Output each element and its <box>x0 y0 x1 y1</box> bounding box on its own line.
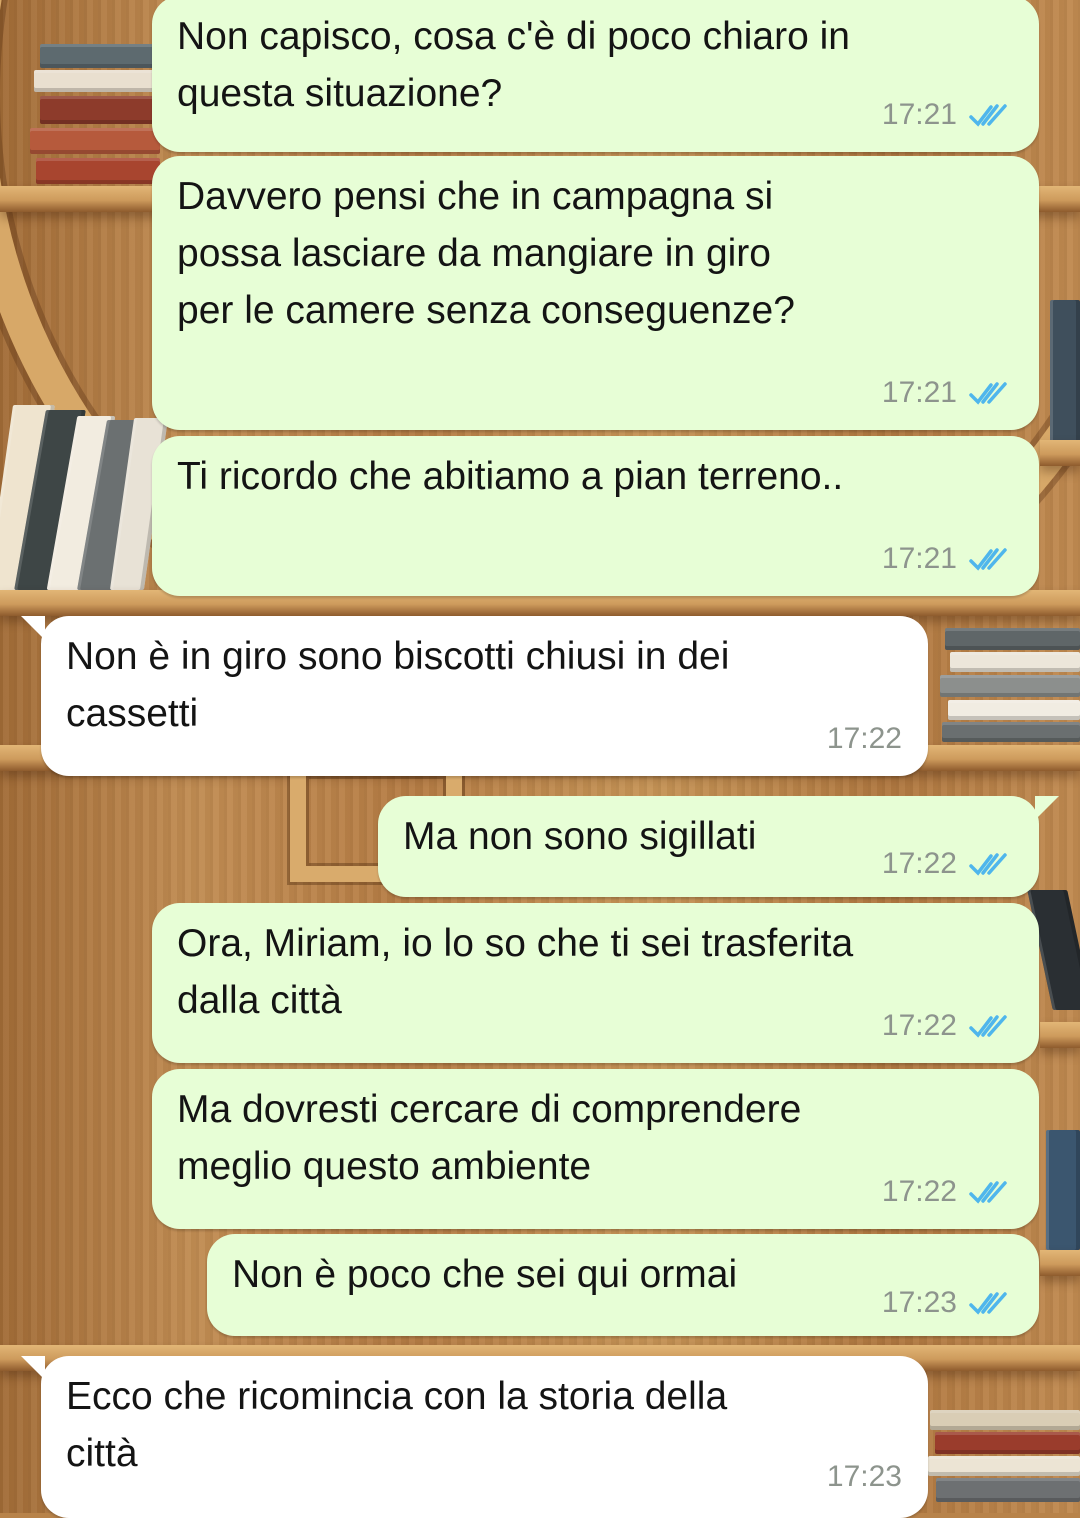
read-ticks-icon <box>969 546 1013 572</box>
read-ticks-icon <box>969 380 1013 406</box>
message-meta: 17:21 <box>882 542 1013 576</box>
message-text: Non è in giro sono biscotti chiusi in de… <box>66 635 730 735</box>
message-bubble-incoming[interactable]: Ecco che ricomincia con la storia della … <box>21 1356 928 1518</box>
message-meta: 17:21 <box>882 376 1013 410</box>
message-meta: 17:23 <box>827 1460 902 1494</box>
message-time: 17:22 <box>881 1175 957 1208</box>
message-bubble-outgoing[interactable]: Davvero pensi che in campagna si possa l… <box>152 156 1039 430</box>
message-time: 17:23 <box>826 1460 902 1493</box>
message-bubble-outgoing[interactable]: Ma non sono sigillati 17:22 <box>378 796 1059 897</box>
message-bubble-outgoing[interactable]: Non capisco, cosa c'è di poco chiaro in … <box>152 0 1039 152</box>
message-bubble-outgoing[interactable]: Non è poco che sei qui ormai 17:23 <box>207 1234 1039 1336</box>
message-meta: 17:22 <box>882 1175 1013 1209</box>
read-ticks-icon <box>969 1290 1013 1316</box>
read-ticks-icon <box>969 1179 1013 1205</box>
read-ticks-icon <box>969 851 1013 877</box>
message-time: 17:22 <box>881 1009 957 1042</box>
message-meta: 17:23 <box>882 1286 1013 1320</box>
message-meta: 17:22 <box>882 847 1013 881</box>
message-meta: 17:21 <box>882 98 1013 132</box>
message-time: 17:21 <box>881 376 957 409</box>
message-bubble-incoming[interactable]: Non è in giro sono biscotti chiusi in de… <box>21 616 928 776</box>
read-ticks-icon <box>969 102 1013 128</box>
message-bubble-outgoing[interactable]: Ti ricordo che abitiamo a pian terreno..… <box>152 436 1039 596</box>
message-bubble-outgoing[interactable]: Ma dovresti cercare di comprendere megli… <box>152 1069 1039 1229</box>
message-text: Davvero pensi che in campagna si possa l… <box>177 175 795 332</box>
message-meta: 17:22 <box>827 722 902 756</box>
message-time: 17:22 <box>881 847 957 880</box>
message-text: Ecco che ricomincia con la storia della … <box>66 1375 728 1475</box>
message-text: Ti ricordo che abitiamo a pian terreno.. <box>177 455 844 498</box>
message-meta: 17:22 <box>882 1009 1013 1043</box>
message-time: 17:22 <box>826 722 902 755</box>
message-bubble-outgoing[interactable]: Ora, Miriam, io lo so che ti sei trasfer… <box>152 903 1039 1063</box>
message-time: 17:21 <box>881 542 957 575</box>
message-list[interactable]: Non capisco, cosa c'è di poco chiaro in … <box>0 0 1080 1518</box>
read-ticks-icon <box>969 1013 1013 1039</box>
message-time: 17:23 <box>881 1286 957 1319</box>
message-time: 17:21 <box>881 98 957 131</box>
